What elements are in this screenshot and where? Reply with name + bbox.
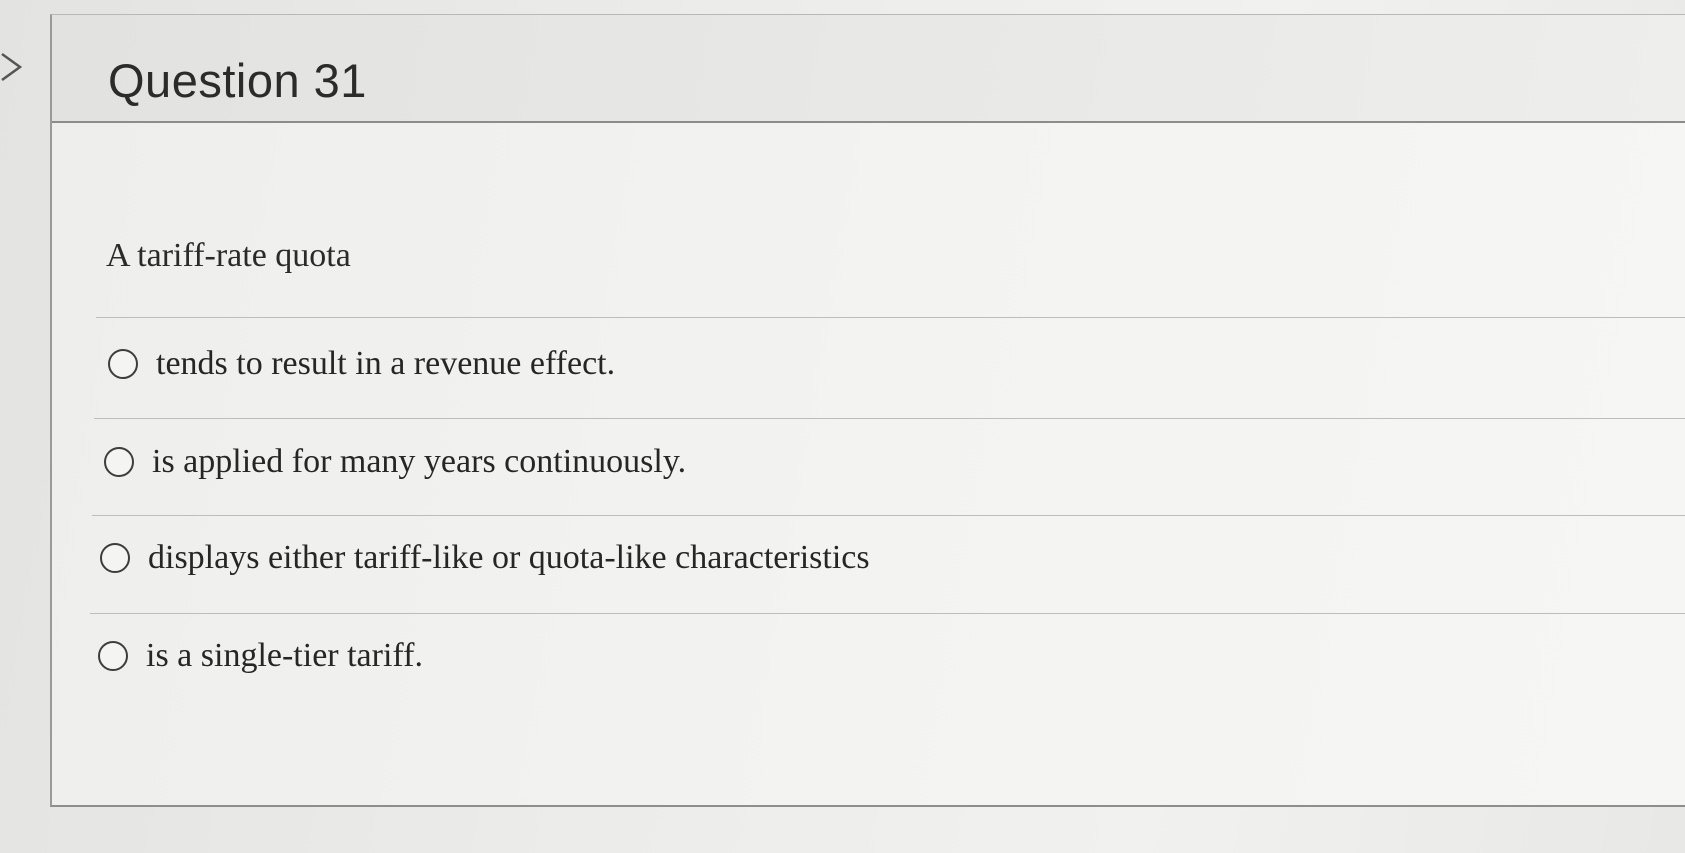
divider [92, 515, 1685, 516]
radio-unselected-icon[interactable] [100, 543, 130, 573]
answer-option-1[interactable]: tends to result in a revenue effect. [108, 345, 615, 383]
question-prompt: A tariff-rate quota [106, 237, 351, 274]
answer-option-4[interactable]: is a single-tier tariff. [98, 637, 423, 675]
chevron-right-icon[interactable] [0, 50, 28, 84]
answer-label: tends to result in a revenue effect. [156, 345, 616, 382]
answer-option-2[interactable]: is applied for many years continuously. [104, 443, 686, 481]
answer-label: is applied for many years continuously. [152, 443, 687, 480]
answer-label: displays either tariff-like or quota-lik… [148, 539, 870, 576]
radio-unselected-icon[interactable] [98, 641, 128, 671]
divider [96, 317, 1685, 318]
answer-label: is a single-tier tariff. [146, 637, 423, 674]
answer-option-3[interactable]: displays either tariff-like or quota-lik… [100, 539, 870, 577]
quiz-page: Question 31 A tariff-rate quota tends to… [0, 0, 1685, 853]
question-card: Question 31 A tariff-rate quota tends to… [50, 14, 1685, 807]
radio-unselected-icon[interactable] [108, 349, 138, 379]
question-header: Question 31 [52, 15, 1685, 123]
question-title: Question 31 [108, 54, 367, 107]
divider [94, 418, 1685, 419]
radio-unselected-icon[interactable] [104, 447, 134, 477]
divider [90, 613, 1685, 614]
